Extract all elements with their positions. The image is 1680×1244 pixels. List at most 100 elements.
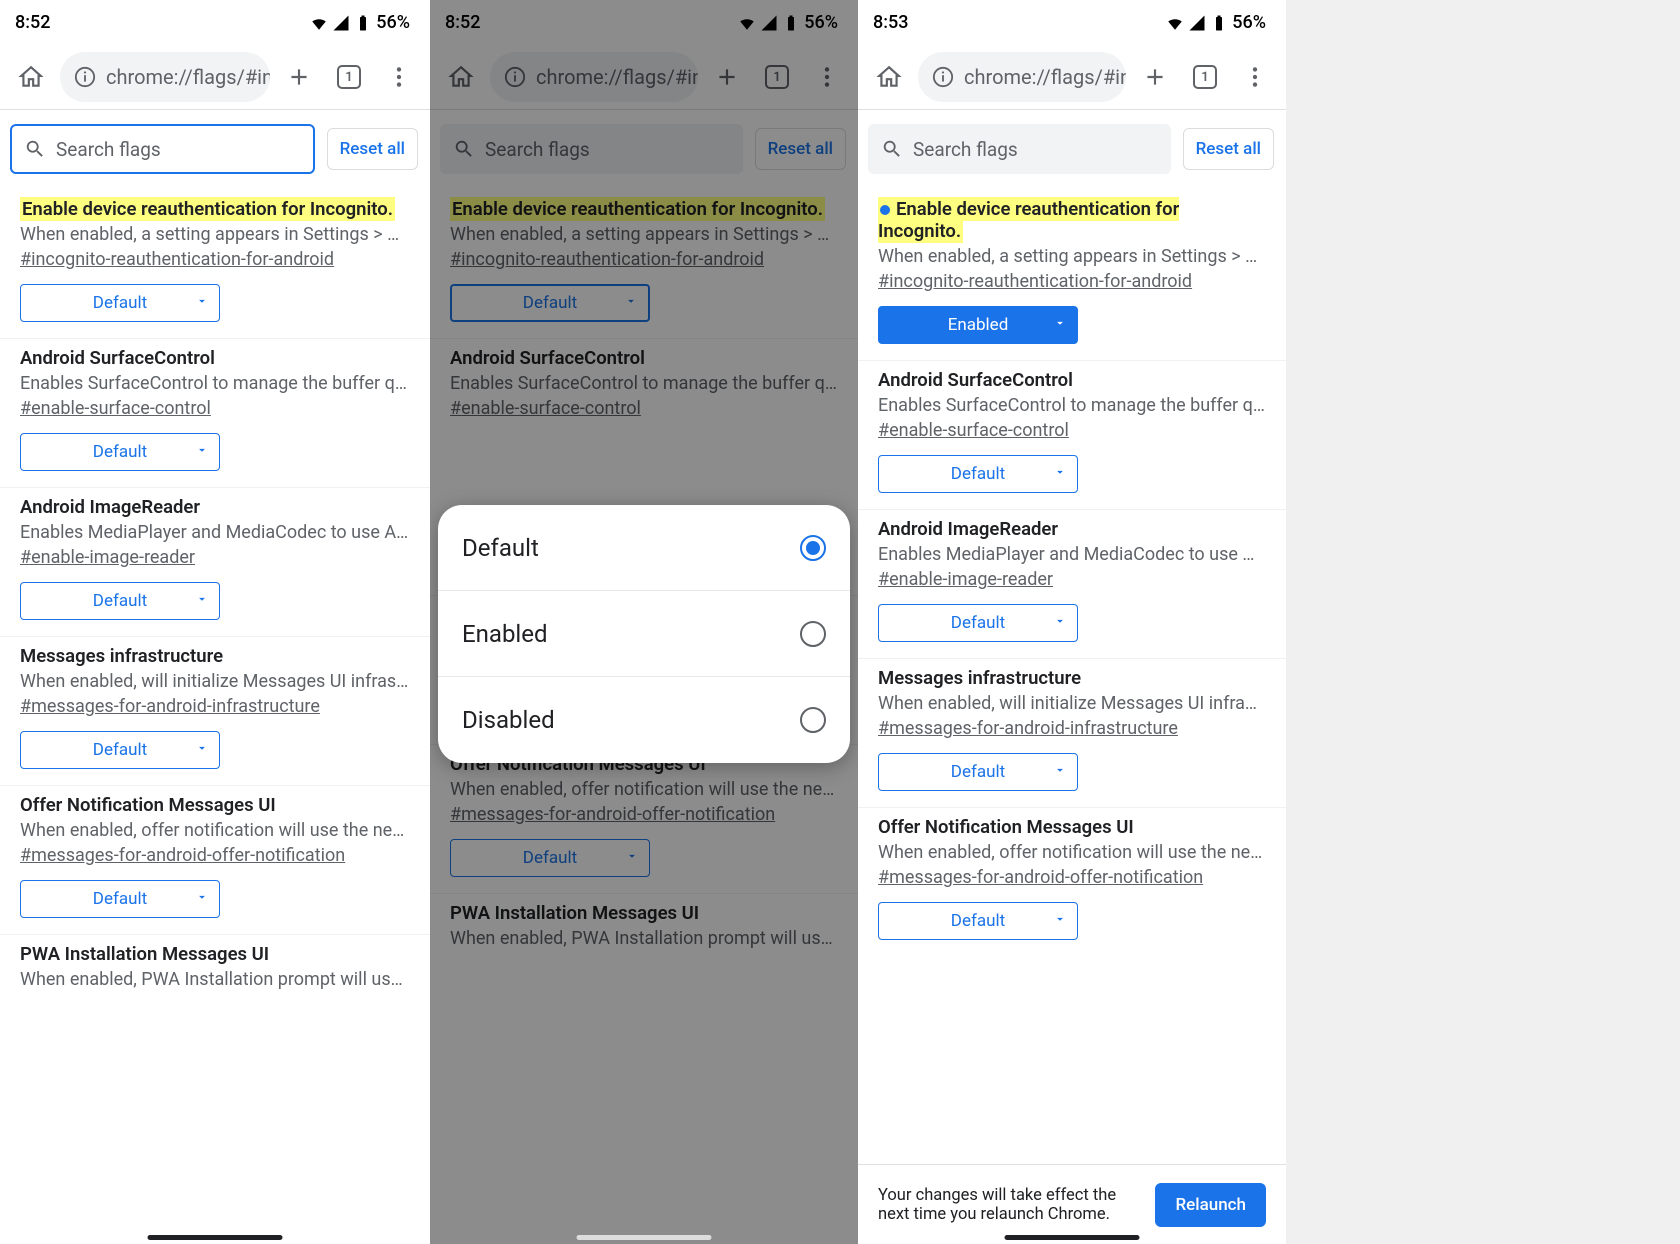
chevron-down-icon [1053, 911, 1067, 931]
flag-item: Enable device reauthentication for Incog… [858, 188, 1286, 360]
flag-description: When enabled, offer notification will us… [20, 820, 410, 841]
clock: 8:52 [15, 12, 50, 33]
reset-all-button[interactable]: Reset all [327, 128, 418, 170]
flag-item: Android ImageReader Enables MediaPlayer … [0, 487, 430, 636]
flag-title: Enable device reauthentication for Incog… [20, 197, 395, 221]
flag-anchor-link[interactable]: #messages-for-android-infrastructure [20, 696, 320, 717]
flag-anchor-link[interactable]: #enable-image-reader [878, 569, 1053, 590]
search-input[interactable]: Search flags [868, 124, 1171, 174]
screen-initial: 8:52 56% chrome://flags/#incogni 1 Searc… [0, 0, 430, 1244]
chevron-down-icon [195, 740, 209, 760]
flag-dropdown[interactable]: Default [20, 880, 220, 918]
flag-description: When enabled, will initialize Messages U… [20, 671, 410, 692]
radio-icon [800, 535, 826, 561]
flag-dropdown-value: Default [951, 464, 1005, 484]
chevron-down-icon [195, 889, 209, 909]
flag-anchor-link[interactable]: #enable-surface-control [878, 420, 1069, 441]
status-icons: 56% [1166, 12, 1266, 33]
nav-handle[interactable] [577, 1235, 712, 1240]
flag-dropdown-value: Default [93, 442, 147, 462]
search-input[interactable]: Search flags [10, 124, 315, 174]
site-info-icon [74, 66, 96, 88]
search-placeholder: Search flags [913, 138, 1018, 161]
flag-description: When enabled, a setting appears in Setti… [20, 224, 410, 245]
new-tab-button[interactable] [1134, 56, 1176, 98]
flags-list[interactable]: Enable device reauthentication for Incog… [0, 188, 430, 1244]
flag-anchor-link[interactable]: #incognito-reauthentication-for-android [878, 271, 1192, 292]
flag-title: Android SurfaceControl [878, 369, 1073, 391]
flag-anchor-link[interactable]: #messages-for-android-infrastructure [878, 718, 1178, 739]
flag-dropdown-value: Default [951, 613, 1005, 633]
flag-item: Android SurfaceControl Enables SurfaceCo… [858, 360, 1286, 509]
flag-title: Offer Notification Messages UI [878, 816, 1134, 838]
flag-dropdown[interactable]: Default [20, 582, 220, 620]
flags-search-row: Search flags Reset all [0, 110, 430, 188]
menu-button[interactable] [1234, 56, 1276, 98]
radio-icon [800, 707, 826, 733]
flag-item: PWA Installation Messages UI When enable… [0, 934, 430, 1006]
relaunch-button[interactable]: Relaunch [1155, 1183, 1266, 1227]
dropdown-popup: Default Enabled Disabled [438, 505, 850, 763]
flag-title: Messages infrastructure [878, 667, 1081, 689]
signal-icon [332, 14, 350, 32]
omnibox[interactable]: chrome://flags/#incogni [918, 52, 1126, 102]
flags-list[interactable]: Enable device reauthentication for Incog… [858, 188, 1286, 1244]
flag-dropdown-value: Default [951, 911, 1005, 931]
flags-search-row: Search flags Reset all [858, 110, 1286, 188]
flag-anchor-link[interactable]: #enable-surface-control [20, 398, 211, 419]
omnibox[interactable]: chrome://flags/#incogni [60, 52, 270, 102]
menu-button[interactable] [378, 56, 420, 98]
flag-dropdown[interactable]: Default [878, 604, 1078, 642]
flag-dropdown[interactable]: Default [878, 753, 1078, 791]
flag-dropdown-value: Enabled [948, 315, 1009, 335]
flag-anchor-link[interactable]: #incognito-reauthentication-for-android [20, 249, 334, 270]
flag-dropdown[interactable]: Default [20, 433, 220, 471]
home-button[interactable] [10, 56, 52, 98]
flag-item: Offer Notification Messages UI When enab… [0, 785, 430, 934]
site-info-icon [932, 66, 954, 88]
flag-item: Enable device reauthentication for Incog… [0, 188, 430, 338]
dropdown-option-default[interactable]: Default [438, 505, 850, 591]
flag-item: Messages infrastructure When enabled, wi… [0, 636, 430, 785]
dropdown-option-disabled[interactable]: Disabled [438, 677, 850, 763]
flag-anchor-link[interactable]: #enable-image-reader [20, 547, 195, 568]
flag-anchor-link[interactable]: #messages-for-android-offer-notification [878, 867, 1203, 888]
nav-handle[interactable] [1005, 1235, 1140, 1240]
search-icon [881, 138, 903, 160]
flag-dropdown[interactable]: Default [878, 902, 1078, 940]
flag-dropdown[interactable]: Default [20, 731, 220, 769]
browser-toolbar: chrome://flags/#incogni 1 [0, 45, 430, 110]
tabs-button[interactable]: 1 [1184, 56, 1226, 98]
flag-dropdown[interactable]: Default [878, 455, 1078, 493]
flag-anchor-link[interactable]: #messages-for-android-offer-notification [20, 845, 345, 866]
nav-handle[interactable] [148, 1235, 283, 1240]
flag-description: When enabled, PWA Installation prompt wi… [20, 969, 410, 990]
flag-title: Enable device reauthentication for Incog… [878, 197, 1179, 243]
option-label: Default [462, 534, 539, 562]
signal-icon [1188, 14, 1206, 32]
flag-dropdown[interactable]: Enabled [878, 306, 1078, 344]
flag-description: Enables MediaPlayer and MediaCodec to us… [878, 544, 1266, 565]
tabs-button[interactable]: 1 [328, 56, 370, 98]
chevron-down-icon [1053, 315, 1067, 335]
chevron-down-icon [195, 442, 209, 462]
flag-dropdown-value: Default [93, 293, 147, 313]
chevron-down-icon [1053, 464, 1067, 484]
new-tab-button[interactable] [278, 56, 320, 98]
chevron-down-icon [1053, 762, 1067, 782]
home-button[interactable] [868, 56, 910, 98]
flag-dropdown-value: Default [951, 762, 1005, 782]
battery-pct: 56% [376, 12, 410, 33]
flag-description: When enabled, a setting appears in Setti… [878, 246, 1266, 267]
chevron-down-icon [195, 293, 209, 313]
flag-title: Offer Notification Messages UI [20, 794, 276, 816]
flag-dropdown[interactable]: Default [20, 284, 220, 322]
status-bar: 8:53 56% [858, 0, 1286, 45]
search-placeholder: Search flags [56, 138, 161, 161]
option-label: Disabled [462, 706, 555, 734]
flag-item: Messages infrastructure When enabled, wi… [858, 658, 1286, 807]
omnibox-url: chrome://flags/#incogni [106, 65, 270, 89]
reset-all-button[interactable]: Reset all [1183, 128, 1274, 170]
search-icon [24, 138, 46, 160]
dropdown-option-enabled[interactable]: Enabled [438, 591, 850, 677]
